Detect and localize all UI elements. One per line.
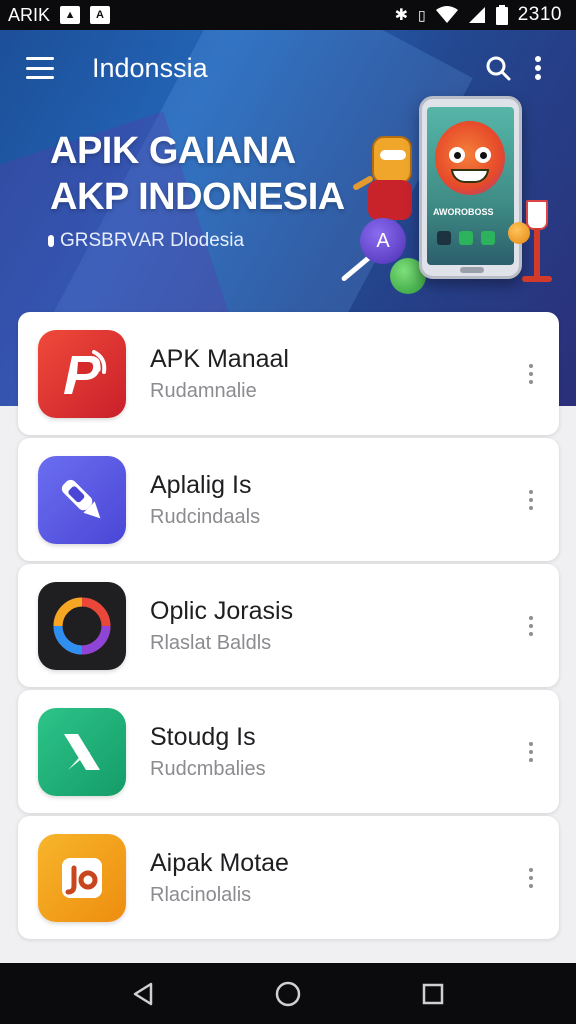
robot-body-illustration <box>368 180 412 220</box>
app-title: Indonssia <box>92 52 208 83</box>
status-left: ARIK ▲ A <box>8 4 111 26</box>
signal-icon <box>468 7 485 23</box>
list-item[interactable]: APK Manaal Rudamnalie <box>18 312 559 435</box>
p-logo-icon <box>38 329 126 418</box>
list-item[interactable]: Oplic Jorasis Rlaslat Baldls <box>18 564 559 687</box>
status-time: 2310 <box>517 4 562 25</box>
more-vert-icon[interactable] <box>519 485 543 515</box>
app-name: APK Manaal <box>150 344 289 373</box>
list-item[interactable]: Aipak Motae Rlacinolalis <box>18 816 559 939</box>
battery-icon <box>495 5 508 25</box>
bullet-icon <box>48 235 54 247</box>
app-text: Aplalig Is Rudcindaals <box>150 471 519 529</box>
phone-app-icons <box>437 231 495 245</box>
app-name: Stoudg Is <box>150 722 256 751</box>
phone-illustration: AWOROBOSS <box>419 96 522 279</box>
search-icon[interactable] <box>478 48 518 88</box>
app-bar: Indonssia <box>0 30 576 106</box>
phone-home-button <box>460 267 484 273</box>
app-text: Aipak Motae Rlacinolalis <box>150 849 519 907</box>
more-vert-icon[interactable] <box>518 48 558 88</box>
app-text: APK Manaal Rudamnalie <box>150 345 519 403</box>
jo-icon <box>38 833 126 922</box>
more-vert-icon[interactable] <box>519 863 543 893</box>
app-subtitle: Rudcmbalies <box>150 757 266 780</box>
app-icon: A <box>90 6 111 24</box>
phone-label: AWOROBOSS <box>433 207 494 217</box>
status-right: ✱ ▯ 2310 <box>395 4 562 26</box>
list-item[interactable]: Stoudg Is Rudcmbalies <box>18 690 559 813</box>
carrier-label: ARIK <box>8 4 51 25</box>
hero-headline-line1: APIK GAIANA <box>50 130 296 172</box>
hero-headline: APIK GAIANA AKP INDONESIA <box>50 128 345 220</box>
glass-stem-illustration <box>534 228 540 278</box>
app-list: APK Manaal Rudamnalie Aplalig Is Rudcind… <box>18 312 559 939</box>
pen-tool-icon <box>38 455 126 544</box>
more-vert-icon[interactable] <box>519 611 543 641</box>
more-vert-icon[interactable] <box>519 737 543 767</box>
vibrate-icon: ▯ <box>418 6 426 23</box>
wifi-icon <box>435 6 458 23</box>
image-icon: ▲ <box>60 6 81 24</box>
app-subtitle: Rudamnalie <box>150 379 257 402</box>
robot-head-illustration <box>372 136 412 184</box>
navigation-bar <box>0 963 576 1024</box>
app-text: Oplic Jorasis Rlaslat Baldls <box>150 597 519 655</box>
bluetooth-icon: ✱ <box>394 7 408 24</box>
list-item[interactable]: Aplalig Is Rudcindaals <box>18 438 559 561</box>
glass-base-illustration <box>522 276 552 282</box>
app-subtitle: Rlaslat Baldls <box>150 631 272 654</box>
menu-icon[interactable] <box>26 57 54 79</box>
recents-icon[interactable] <box>411 972 455 1016</box>
back-icon[interactable] <box>121 972 165 1016</box>
app-name: Aplalig Is <box>150 470 252 499</box>
phone-screen: AWOROBOSS <box>427 107 514 265</box>
app-text: Stoudg Is Rudcmbalies <box>150 723 519 781</box>
home-icon[interactable] <box>266 972 310 1016</box>
hero-subtitle-text: GRSBRVAR Dlodesia <box>60 230 245 251</box>
x-arrow-icon <box>38 707 126 796</box>
more-vert-icon[interactable] <box>519 359 543 389</box>
app-store-bubble-icon: A <box>360 218 406 264</box>
app-name: Oplic Jorasis <box>150 596 294 625</box>
status-bar: ARIK ▲ A ✱ ▯ 2310 <box>0 0 576 30</box>
mascot-face-illustration <box>435 121 505 195</box>
hero-subtitle: GRSBRVAR Dlodesia <box>48 230 244 252</box>
app-name: Aipak Motae <box>150 848 289 877</box>
glass-illustration <box>526 200 548 230</box>
ring-icon <box>38 581 126 670</box>
app-subtitle: Rudcindaals <box>150 505 261 528</box>
app-subtitle: Rlacinolalis <box>150 883 252 906</box>
hero-headline-line2: AKP INDONESIA <box>50 176 345 218</box>
